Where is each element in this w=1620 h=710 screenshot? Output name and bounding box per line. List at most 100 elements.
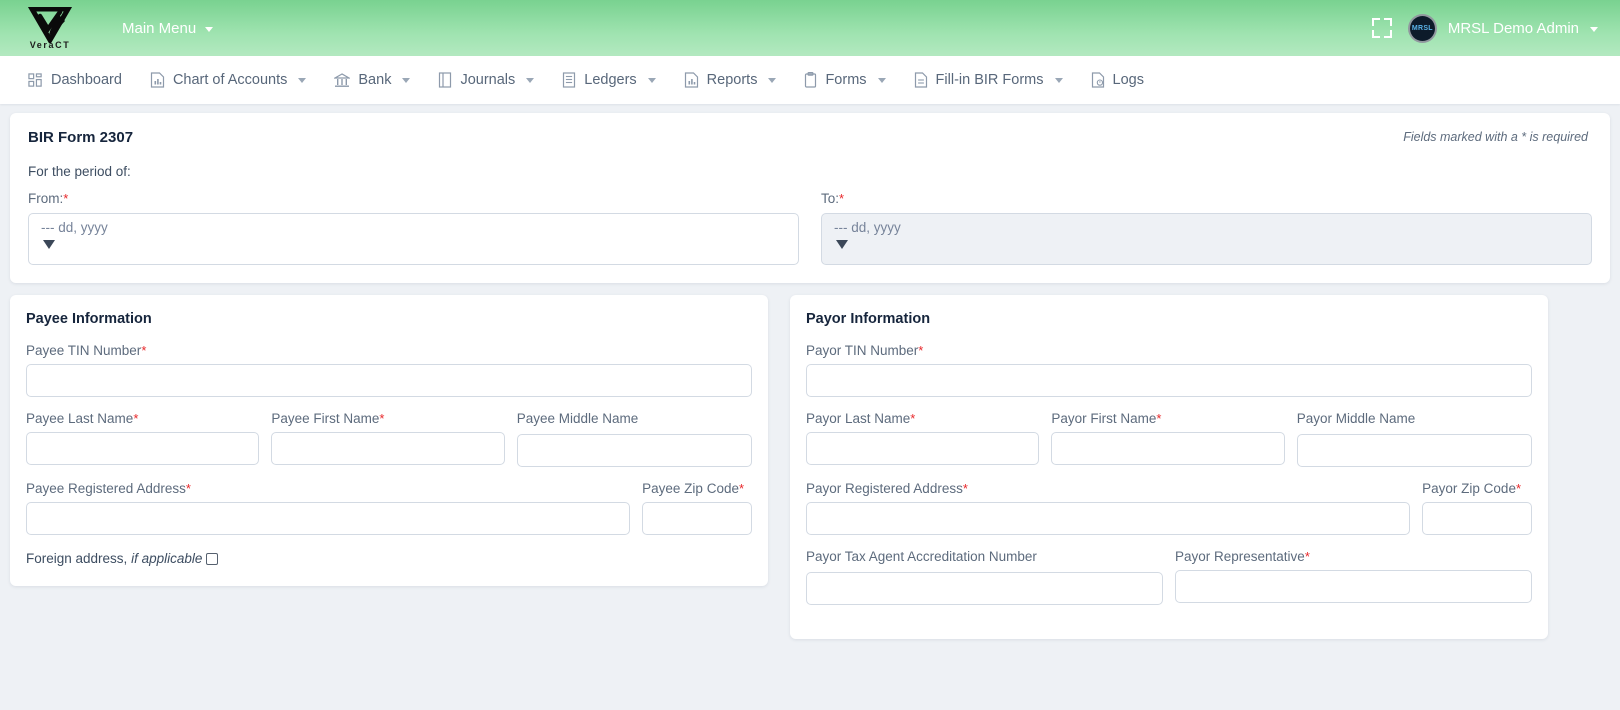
main-menu-button[interactable]: Main Menu — [122, 20, 213, 37]
nav-label: Chart of Accounts — [173, 72, 287, 88]
nav-item-reports[interactable]: Reports — [670, 56, 791, 104]
payor-last-name-input[interactable] — [806, 432, 1039, 465]
payee-middle-name-group: Payee Middle Name — [517, 411, 752, 467]
top-header-bar: VeraCT Main Menu MRSL MRSL Demo Admin — [0, 0, 1620, 56]
payor-zip-input[interactable] — [1422, 502, 1532, 535]
payor-tin-input[interactable] — [806, 364, 1532, 397]
to-label: To:* — [821, 191, 1592, 206]
required-asterisk: * — [910, 411, 915, 426]
nav-label: Reports — [707, 72, 758, 88]
book-icon — [438, 72, 452, 88]
chevron-down-icon — [768, 78, 776, 83]
nav-item-fill-in-bir-forms[interactable]: Fill-in BIR Forms — [900, 56, 1077, 104]
payor-first-name-input[interactable] — [1051, 432, 1284, 465]
app-logo[interactable]: VeraCT — [0, 0, 100, 56]
payor-last-name-group: Payor Last Name* — [806, 411, 1039, 467]
foreign-address-text: Foreign address, — [26, 551, 127, 566]
main-menu-label: Main Menu — [122, 20, 196, 37]
header-right-group: MRSL MRSL Demo Admin — [1372, 14, 1620, 43]
avatar: MRSL — [1408, 14, 1437, 43]
required-asterisk: * — [1516, 481, 1521, 496]
nav-item-chart-of-accounts[interactable]: Chart of Accounts — [136, 56, 320, 104]
payor-representative-input[interactable] — [1175, 570, 1532, 603]
payee-foreign-address-row: Foreign address, if applicable — [26, 551, 752, 566]
payee-tin-label: Payee TIN Number* — [26, 343, 752, 358]
nav-item-dashboard[interactable]: Dashboard — [14, 56, 136, 104]
required-asterisk: * — [739, 481, 744, 496]
required-fields-note: Fields marked with a * is required — [1403, 130, 1588, 144]
payee-tin-group: Payee TIN Number* — [26, 343, 752, 397]
log-icon — [1091, 72, 1105, 88]
user-menu-button[interactable]: MRSL MRSL Demo Admin — [1408, 14, 1598, 43]
payee-address-input[interactable] — [26, 502, 630, 535]
chevron-down-icon — [526, 78, 534, 83]
grid-icon — [28, 73, 43, 88]
payor-middle-name-input[interactable] — [1297, 434, 1532, 467]
to-date-input[interactable]: --- dd, yyyy — [821, 213, 1592, 265]
payor-name-row: Payor Last Name* Payor First Name* Payor… — [806, 411, 1532, 481]
chevron-down-icon — [402, 78, 410, 83]
nav-label: Ledgers — [584, 72, 636, 88]
to-date-placeholder: --- dd, yyyy — [834, 221, 1579, 236]
payee-foreign-address-checkbox[interactable] — [206, 553, 218, 565]
document-icon — [914, 72, 928, 88]
chart-file-icon — [150, 72, 165, 88]
payee-zip-group: Payee Zip Code* — [642, 481, 752, 535]
nav-label: Forms — [825, 72, 866, 88]
avatar-initials: MRSL — [1412, 25, 1433, 32]
bir-form-period-card: BIR Form 2307 Fields marked with a * is … — [10, 113, 1610, 283]
page-content: BIR Form 2307 Fields marked with a * is … — [0, 104, 1620, 639]
fullscreen-icon[interactable] — [1372, 18, 1392, 38]
payor-address-group: Payor Registered Address* — [806, 481, 1410, 535]
bank-icon — [334, 73, 350, 88]
user-name-label: MRSL Demo Admin — [1448, 20, 1579, 37]
payee-first-name-label: Payee First Name* — [271, 411, 504, 426]
nav-item-ledgers[interactable]: Ledgers — [548, 56, 669, 104]
required-asterisk: * — [839, 191, 844, 206]
chevron-down-icon — [298, 78, 306, 83]
nav-label: Fill-in BIR Forms — [936, 72, 1044, 88]
required-asterisk: * — [1305, 549, 1310, 564]
nav-label: Logs — [1113, 72, 1144, 88]
period-to-group: To:* --- dd, yyyy — [821, 191, 1592, 265]
payee-middle-name-input[interactable] — [517, 434, 752, 467]
from-date-input[interactable]: --- dd, yyyy — [28, 213, 799, 265]
payor-tax-agent-input[interactable] — [806, 572, 1163, 605]
payee-address-group: Payee Registered Address* — [26, 481, 630, 535]
main-navigation-bar: Dashboard Chart of Accounts Bank Journal… — [0, 56, 1620, 104]
nav-item-logs[interactable]: Logs — [1077, 56, 1158, 104]
payee-last-name-input[interactable] — [26, 432, 259, 465]
chevron-down-icon — [1055, 78, 1063, 83]
payor-zip-group: Payor Zip Code* — [1422, 481, 1532, 535]
payee-middle-name-label: Payee Middle Name — [517, 411, 752, 426]
payee-address-label: Payee Registered Address* — [26, 481, 630, 496]
payor-representative-group: Payor Representative* — [1175, 549, 1532, 605]
payor-address-input[interactable] — [806, 502, 1410, 535]
payee-tin-input[interactable] — [26, 364, 752, 397]
nav-item-journals[interactable]: Journals — [424, 56, 548, 104]
nav-label: Dashboard — [51, 72, 122, 88]
triangle-down-icon — [836, 240, 848, 249]
payor-zip-label: Payor Zip Code* — [1422, 481, 1532, 496]
payee-name-row: Payee Last Name* Payee First Name* Payee… — [26, 411, 752, 481]
chevron-down-icon — [878, 78, 886, 83]
payor-first-name-group: Payor First Name* — [1051, 411, 1284, 467]
payee-zip-input[interactable] — [642, 502, 752, 535]
payor-first-name-label: Payor First Name* — [1051, 411, 1284, 426]
required-asterisk: * — [133, 411, 138, 426]
payor-address-label: Payor Registered Address* — [806, 481, 1410, 496]
payor-middle-name-group: Payor Middle Name — [1297, 411, 1532, 467]
payee-first-name-input[interactable] — [271, 432, 504, 465]
nav-item-bank[interactable]: Bank — [320, 56, 424, 104]
from-date-placeholder: --- dd, yyyy — [41, 221, 786, 236]
ledger-icon — [562, 72, 576, 88]
payee-first-name-group: Payee First Name* — [271, 411, 504, 467]
payor-middle-name-label: Payor Middle Name — [1297, 411, 1532, 426]
payor-information-panel: Payor Information Payor TIN Number* Payo… — [790, 295, 1548, 639]
required-asterisk: * — [186, 481, 191, 496]
required-asterisk: * — [1156, 411, 1161, 426]
nav-item-forms[interactable]: Forms — [790, 56, 899, 104]
payor-tin-label: Payor TIN Number* — [806, 343, 1532, 358]
payee-address-row: Payee Registered Address* Payee Zip Code… — [26, 481, 752, 549]
payee-last-name-label: Payee Last Name* — [26, 411, 259, 426]
